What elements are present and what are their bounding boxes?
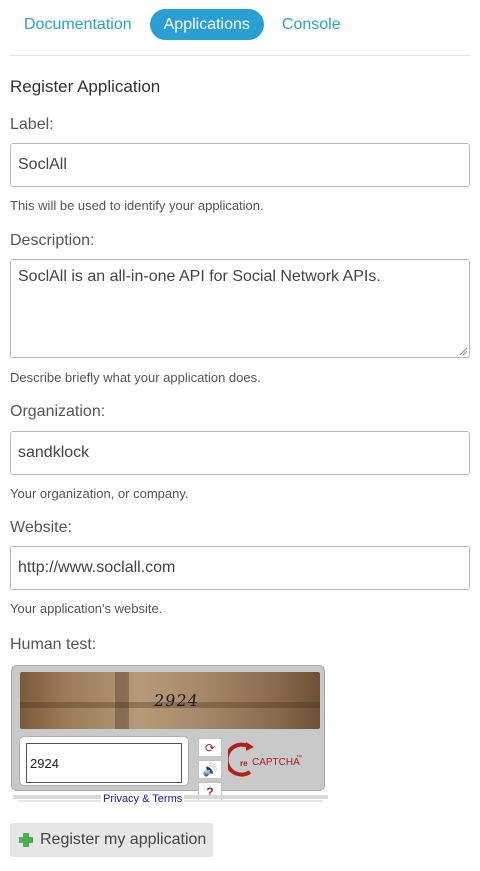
page-title: Register Application [10,77,161,96]
captcha-image-texture-2 [115,672,129,729]
organization-help: Your organization, or company. [10,486,189,501]
tab-documentation[interactable]: Documentation [10,9,146,40]
label-field-label: Label: [10,116,54,133]
description-textarea[interactable]: SoclAll is an all-in-one API for Social … [10,259,470,358]
plus-icon [18,832,34,848]
nav-divider [10,55,470,56]
recaptcha-logo-tm: ™ [296,754,302,761]
website-field-label: Website: [10,519,72,536]
organization-input[interactable] [10,431,470,475]
register-button-label: Register my application [40,831,207,848]
captcha-response-box [19,736,189,786]
tab-applications[interactable]: Applications [149,9,264,40]
label-help: This will be used to identify your appli… [10,198,264,213]
captcha-response-input[interactable] [26,743,182,783]
website-help: Your application's website. [10,601,163,616]
website-input[interactable] [10,546,470,590]
tab-console[interactable]: Console [268,9,355,40]
recaptcha-logo: re CAPTCHA ™ [228,742,302,777]
audio-icon[interactable]: 🔊 [198,760,222,779]
captcha-word: 2924 [152,691,201,710]
privacy-terms-link[interactable]: Privacy & Terms [101,793,185,805]
recaptcha-widget: 2924 ⟳ 🔊 ? re CAPTCHA ™ [11,665,325,801]
top-nav: Documentation Applications Console [10,9,470,40]
organization-field-label: Organization: [10,403,106,420]
description-help: Describe briefly what your application d… [10,370,261,385]
label-input[interactable] [10,143,470,187]
refresh-icon[interactable]: ⟳ [198,738,222,757]
captcha-image: 2924 [20,672,320,729]
description-field-label: Description: [10,232,95,249]
recaptcha-logo-prefix: re [240,759,248,768]
register-application-button[interactable]: Register my application [10,823,213,857]
recaptcha-logo-text: CAPTCHA [252,757,300,768]
human-test-label: Human test: [10,636,97,653]
